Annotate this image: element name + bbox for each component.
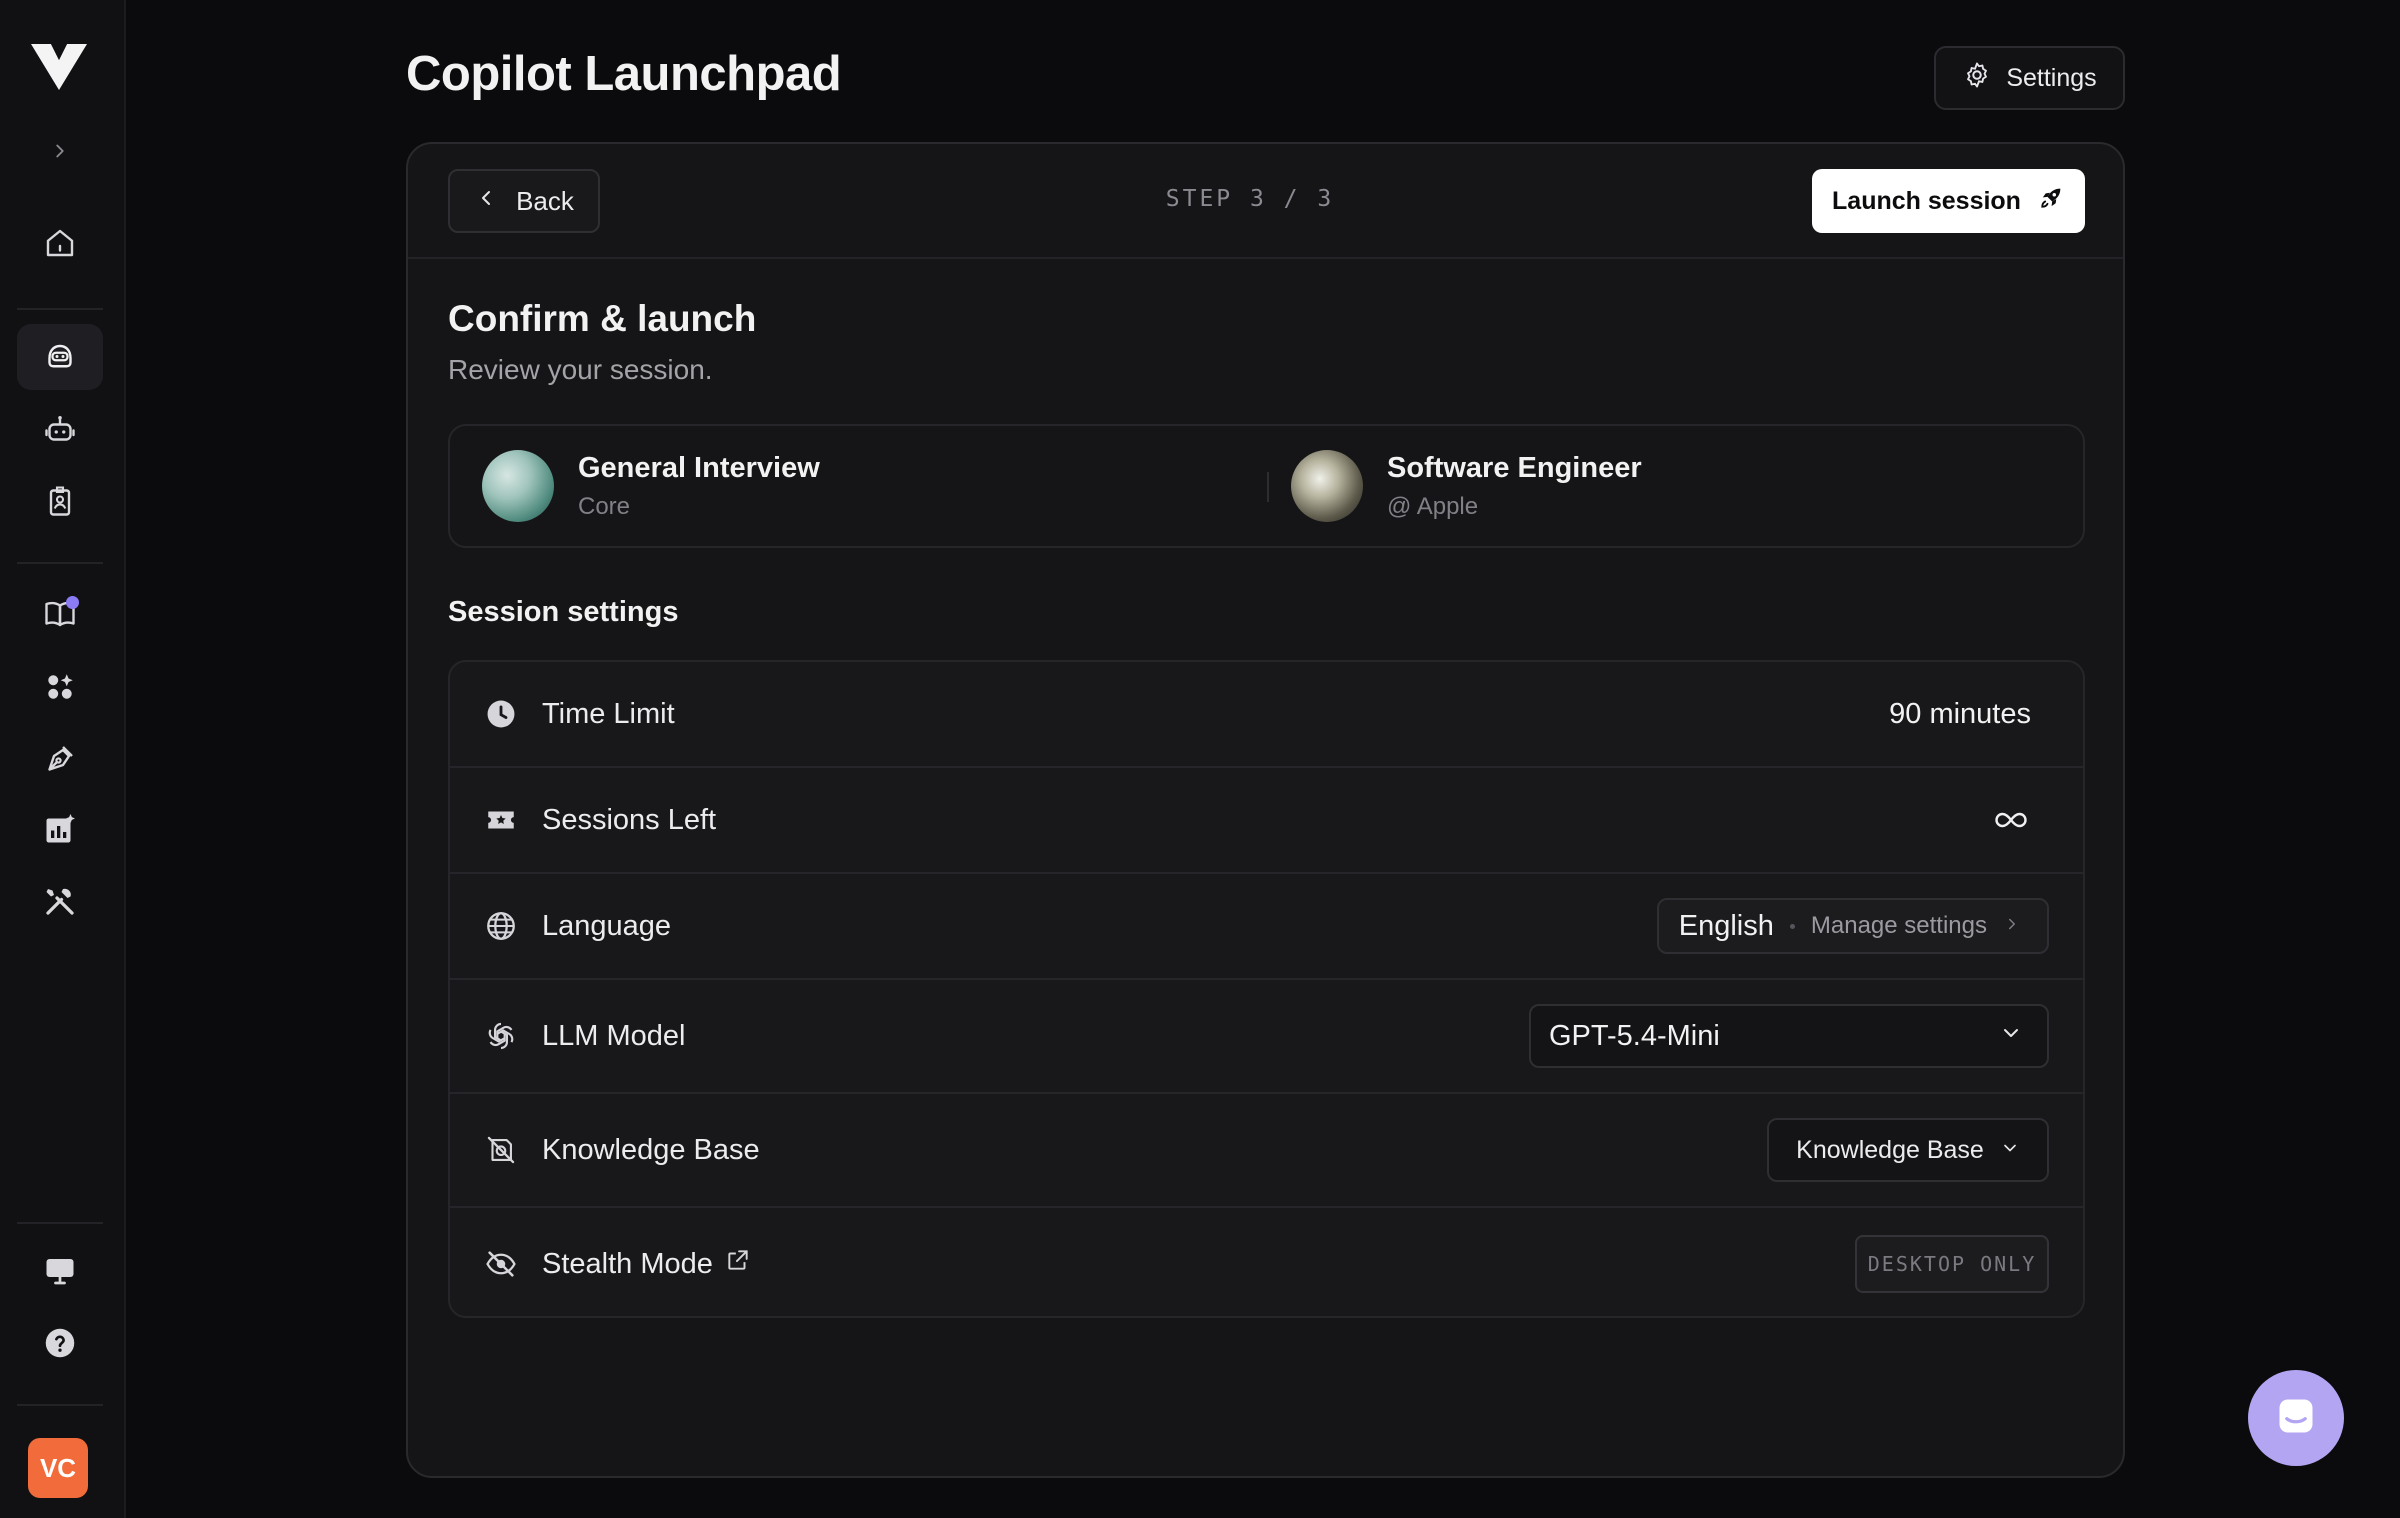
openai-icon	[484, 1019, 518, 1053]
chevron-down-icon	[2000, 1136, 2020, 1165]
home-icon	[42, 225, 78, 266]
language-value: English	[1678, 909, 1774, 942]
sidebar-expand-button[interactable]	[17, 120, 103, 186]
profile-title: Software Engineer	[1387, 451, 1642, 484]
chevron-right-icon	[2003, 915, 2021, 938]
manage-settings-label: Manage settings	[1810, 912, 1987, 939]
language-manage-button[interactable]: English Manage settings	[1656, 898, 2049, 954]
infinity-icon	[1991, 808, 2031, 832]
session-settings-heading: Session settings	[448, 596, 679, 628]
eye-off-icon	[484, 1247, 518, 1281]
setting-label: Stealth Mode	[542, 1247, 713, 1280]
sidebar-item-help[interactable]	[17, 1312, 103, 1378]
back-button[interactable]: Back	[448, 169, 600, 233]
knowledge-base-value: Knowledge Base	[1796, 1135, 1984, 1164]
confirm-heading: Confirm & launch	[448, 298, 757, 339]
profile-card-role: Software Engineer @ Apple	[1291, 426, 1642, 546]
sidebar-item-apps[interactable]	[17, 656, 103, 722]
setting-label: Sessions Left	[542, 803, 717, 836]
settings-label: Settings	[2006, 63, 2097, 92]
sidebar-item-copilot[interactable]	[17, 324, 103, 390]
rocket-icon	[2037, 184, 2065, 219]
sidebar-item-bot[interactable]	[17, 398, 103, 464]
profile-subtitle: @ Apple	[1387, 492, 1479, 520]
avatar[interactable]: VC	[28, 1438, 88, 1498]
time-limit-value: 90 minutes	[1889, 697, 2031, 730]
globe-icon	[484, 909, 518, 943]
desktop-only-badge: DESKTOP ONLY	[1855, 1235, 2049, 1293]
llm-model-value: GPT-5.4-Mini	[1549, 1019, 1720, 1052]
chart-icon	[42, 811, 78, 852]
sidebar-item-home[interactable]	[17, 212, 103, 278]
launch-session-button[interactable]: Launch session	[1812, 169, 2085, 233]
sidebar-divider	[17, 562, 103, 564]
confirm-subheading: Review your session.	[448, 354, 713, 385]
setting-row-language: Language English Manage settings	[450, 874, 2083, 980]
chat-icon	[2274, 1394, 2318, 1443]
id-badge-icon	[42, 483, 78, 524]
support-chat-button[interactable]	[2248, 1370, 2344, 1466]
help-icon	[42, 1325, 78, 1366]
setting-row-knowledge-base: Knowledge Base Knowledge Base	[450, 1094, 2083, 1208]
sidebar-item-analytics[interactable]	[17, 798, 103, 864]
back-label: Back	[516, 185, 574, 216]
sidebar-item-desktop[interactable]	[17, 1240, 103, 1306]
stealth-mode-link[interactable]: Stealth Mode	[542, 1247, 751, 1281]
wizard-toolbar: Back STEP 3 / 3 Launch session	[408, 144, 2123, 259]
setting-row-sessions-left: Sessions Left	[450, 768, 2083, 874]
profile-card-interview: General Interview Core	[482, 426, 820, 546]
logo-icon[interactable]	[29, 40, 89, 92]
chevron-left-icon	[474, 186, 498, 217]
profile-subtitle: Core	[578, 492, 631, 520]
setting-row-time-limit: Time Limit 90 minutes	[450, 662, 2083, 768]
interview-avatar	[482, 450, 554, 522]
sidebar-divider	[17, 1222, 103, 1224]
profile-divider	[1267, 472, 1269, 502]
setting-label: LLM Model	[542, 1019, 686, 1052]
profile-title: General Interview	[578, 451, 820, 484]
setting-label: Time Limit	[542, 697, 675, 730]
sidebar-item-design[interactable]	[17, 728, 103, 794]
apps-icon	[42, 669, 78, 710]
setting-row-llm-model: LLM Model GPT-5.4-Mini	[450, 980, 2083, 1094]
notification-dot	[66, 596, 79, 609]
sidebar: VC	[0, 0, 126, 1518]
clock-icon	[484, 697, 518, 731]
setting-label: Language	[542, 909, 672, 942]
role-avatar	[1291, 450, 1363, 522]
chevron-right-icon	[49, 140, 71, 167]
monitor-icon	[42, 1253, 78, 1294]
pen-tool-icon	[42, 741, 78, 782]
ticket-icon	[484, 803, 518, 837]
copilot-icon	[42, 337, 78, 378]
knowledge-off-icon	[484, 1133, 518, 1167]
chevron-down-icon	[1999, 1020, 2023, 1053]
separator-dot	[1789, 923, 1795, 929]
setting-row-stealth-mode: Stealth Mode DESKTOP ONLY	[450, 1208, 2083, 1316]
launch-label: Launch session	[1832, 186, 2021, 215]
settings-button[interactable]: Settings	[1934, 46, 2125, 110]
step-indicator: STEP 3 / 3	[1165, 186, 1335, 212]
gear-icon	[1962, 60, 1992, 97]
sidebar-divider	[17, 1404, 103, 1406]
sidebar-item-resume[interactable]	[17, 470, 103, 536]
session-settings-list: Time Limit 90 minutes Sessions Left Lang…	[448, 660, 2085, 1318]
page-title: Copilot Launchpad	[406, 47, 842, 101]
setting-label: Knowledge Base	[542, 1133, 760, 1166]
llm-model-select[interactable]: GPT-5.4-Mini	[1529, 1004, 2049, 1068]
session-profiles: General Interview Core Software Engineer…	[448, 424, 2085, 548]
knowledge-base-select[interactable]: Knowledge Base	[1767, 1118, 2049, 1182]
external-link-icon	[725, 1247, 751, 1281]
robot-icon	[42, 411, 78, 452]
tools-icon	[42, 883, 78, 924]
launch-wizard-card: Back STEP 3 / 3 Launch session Confirm &…	[406, 142, 2125, 1478]
sidebar-item-tools[interactable]	[17, 870, 103, 936]
sidebar-item-library[interactable]	[17, 582, 103, 648]
sidebar-divider	[17, 308, 103, 310]
